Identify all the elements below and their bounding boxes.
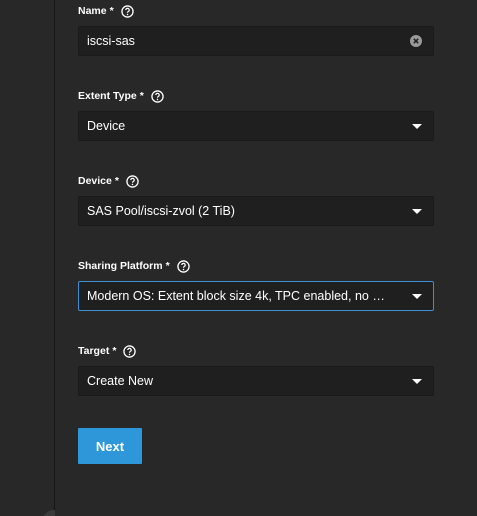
device-label: Device * [78, 171, 434, 191]
clear-circle-icon[interactable] [410, 35, 422, 47]
chevron-down-icon[interactable] [412, 379, 422, 384]
help-circle-icon[interactable] [176, 259, 190, 273]
required-mark: * [165, 260, 170, 272]
name-input-value[interactable]: iscsi-sas [87, 34, 433, 48]
target-select[interactable]: Create New [78, 366, 434, 396]
sharing-platform-label-text: Sharing Platform [78, 260, 163, 272]
extent-type-field: Extent Type * Device [78, 86, 434, 141]
chevron-down-icon[interactable] [412, 209, 422, 214]
extent-type-label: Extent Type * [78, 86, 434, 106]
left-gutter [0, 0, 55, 516]
help-circle-icon[interactable] [151, 89, 164, 103]
extent-type-value[interactable]: Device [87, 119, 433, 133]
required-mark: * [109, 5, 114, 17]
target-label-text: Target [78, 345, 110, 357]
chevron-down-icon[interactable] [412, 294, 422, 299]
help-circle-icon[interactable] [120, 4, 134, 18]
target-label: Target * [78, 341, 434, 361]
sharing-platform-value[interactable]: Modern OS: Extent block size 4k, TPC ena… [87, 289, 433, 303]
target-value[interactable]: Create New [87, 374, 433, 388]
page: Name * iscsi-sas Extent Type * Device De… [0, 0, 477, 516]
device-value[interactable]: SAS Pool/iscsi-zvol (2 TiB) [87, 204, 433, 218]
help-circle-icon[interactable] [123, 344, 137, 358]
required-mark: * [112, 345, 117, 357]
sharing-platform-field: Sharing Platform * Modern OS: Extent blo… [78, 256, 434, 311]
extent-type-label-text: Extent Type [78, 90, 137, 102]
device-select[interactable]: SAS Pool/iscsi-zvol (2 TiB) [78, 196, 434, 226]
name-label: Name * [78, 1, 434, 21]
required-mark: * [114, 175, 119, 187]
name-label-text: Name [78, 5, 107, 17]
extent-type-select[interactable]: Device [78, 111, 434, 141]
required-mark: * [139, 90, 144, 102]
name-field: Name * iscsi-sas [78, 1, 434, 56]
name-input[interactable]: iscsi-sas [78, 26, 434, 56]
device-label-text: Device [78, 175, 112, 187]
sharing-platform-label: Sharing Platform * [78, 256, 434, 276]
device-field: Device * SAS Pool/iscsi-zvol (2 TiB) [78, 171, 434, 226]
sharing-platform-select[interactable]: Modern OS: Extent block size 4k, TPC ena… [78, 281, 434, 311]
help-circle-icon[interactable] [126, 174, 139, 188]
next-button[interactable]: Next [78, 428, 142, 464]
chevron-down-icon[interactable] [412, 124, 422, 129]
target-field: Target * Create New [78, 341, 434, 396]
